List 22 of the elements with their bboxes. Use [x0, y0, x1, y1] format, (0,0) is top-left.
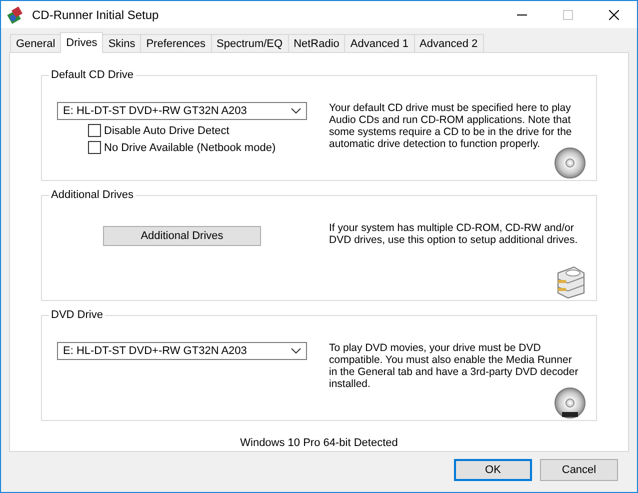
- ok-button[interactable]: OK: [454, 459, 532, 481]
- checkbox[interactable]: No Drive Available (Netbook mode): [88, 141, 276, 154]
- drive-dropdown[interactable]: E: HL-DT-ST DVD+-RW GT32N A203: [57, 342, 307, 360]
- chevron-down-icon: [291, 348, 301, 354]
- additional-drives-button[interactable]: Additional Drives: [103, 226, 261, 246]
- drive-dropdown[interactable]: E: HL-DT-ST DVD+-RW GT32N A203: [57, 102, 307, 120]
- tab[interactable]: Drives: [60, 32, 104, 53]
- checkbox-box[interactable]: [88, 124, 101, 137]
- close-icon[interactable]: [609, 10, 619, 20]
- chevron-down-icon: [291, 108, 301, 114]
- cancel-button[interactable]: Cancel: [540, 459, 618, 481]
- checkbox-box[interactable]: [88, 141, 101, 154]
- description-text: Your default CD drive must be specified here to play Audio CDs and run CD-ROM applications. Note that some systems require a CD to be in the drive for the automatic drive detection to function properly.: [329, 102, 573, 152]
- checkbox[interactable]: Disable Auto Drive Detect: [88, 124, 230, 137]
- status-text: Windows 10 Pro 64-bit Detected: [239, 436, 399, 449]
- tab[interactable]: Advanced 2: [414, 34, 484, 52]
- description-text: If your system has multiple CD-ROM, CD-RW and/or DVD drives, use this option to setup additional drives.: [329, 222, 579, 246]
- tab[interactable]: Spectrum/EQ: [210, 34, 289, 52]
- description-text: To play DVD movies, your drive must be DVD compatible. You must also enable the Media Runner in the General tab and have a 3rd-party DVD decoder installed.: [329, 342, 579, 390]
- tab[interactable]: General: [10, 34, 62, 52]
- window-title: CD-Runner Initial Setup: [32, 8, 160, 22]
- app-icon: [7, 6, 25, 24]
